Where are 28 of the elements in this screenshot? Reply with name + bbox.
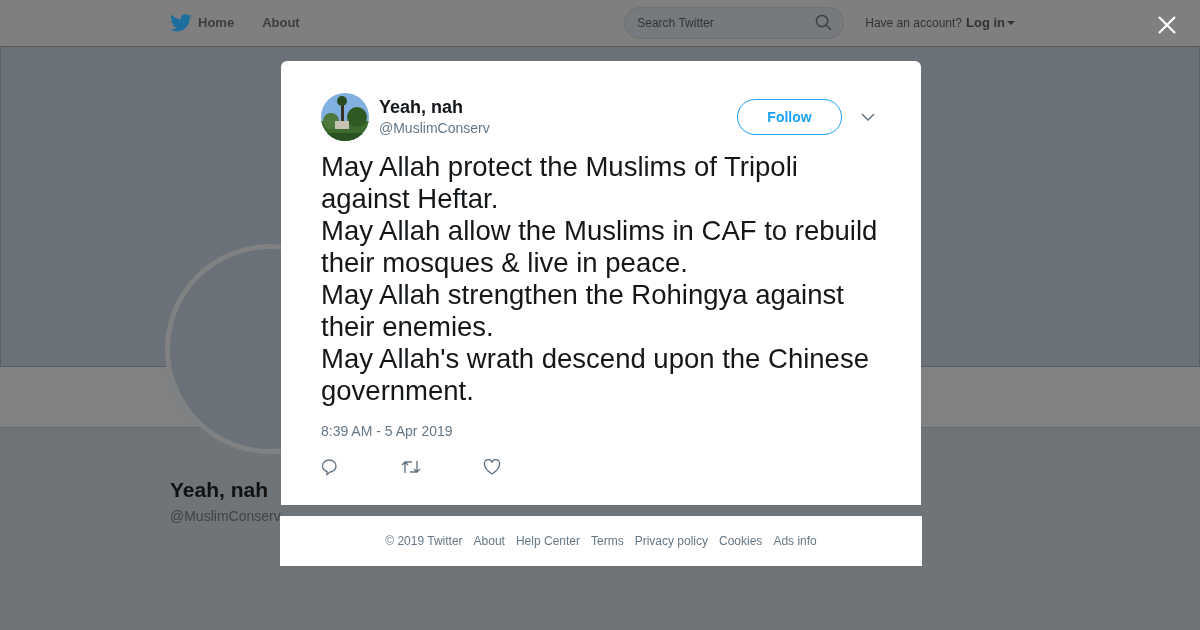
chevron-down-icon[interactable] xyxy=(861,113,875,121)
nav-link[interactable]: Home xyxy=(198,13,235,33)
footer-link[interactable]: Privacy policy xyxy=(634,532,708,550)
bird-icon xyxy=(170,14,192,32)
caret-icon xyxy=(1007,21,1015,25)
retweet-icon[interactable] xyxy=(401,459,421,475)
tweet-text: May Allah protect the Muslims of Tripoli against Heftar. xyxy=(321,151,799,215)
tweet-text: May Allah's wrath descend upon the Chinese government. xyxy=(321,343,870,407)
author-name: Yeah, nah xyxy=(379,96,465,118)
nav-link[interactable]: About xyxy=(262,13,300,33)
search-icon xyxy=(815,14,833,31)
account-prompt: Have an account? xyxy=(865,15,962,32)
footer-link[interactable]: Cookies xyxy=(719,532,763,550)
footer-link[interactable]: Terms xyxy=(591,532,624,550)
footer-link[interactable]: Ads info xyxy=(773,532,817,550)
footer-link[interactable]: About xyxy=(473,532,505,550)
tweet-text: May Allah allow the Muslims in CAF to rebuild their mosques & live in peace. xyxy=(321,215,879,279)
profile-name: Yeah, nah xyxy=(170,477,270,503)
close-icon[interactable] xyxy=(1158,16,1176,34)
search-field[interactable]: Search Twitter xyxy=(624,7,845,39)
copyright-text: © 2019 Twitter xyxy=(385,533,463,550)
heart-icon[interactable] xyxy=(483,459,501,475)
login-button[interactable]: Log in xyxy=(966,13,1015,33)
reply-icon[interactable] xyxy=(321,458,339,476)
footer-link[interactable]: Help Center xyxy=(515,532,580,550)
tweet-timestamp[interactable]: 8:39 AM - 5 Apr 2019 xyxy=(321,421,881,442)
tweet-text: May Allah strengthen the Rohingya against their enemies. xyxy=(321,279,845,343)
author-handle: @MuslimConserv xyxy=(379,119,490,138)
